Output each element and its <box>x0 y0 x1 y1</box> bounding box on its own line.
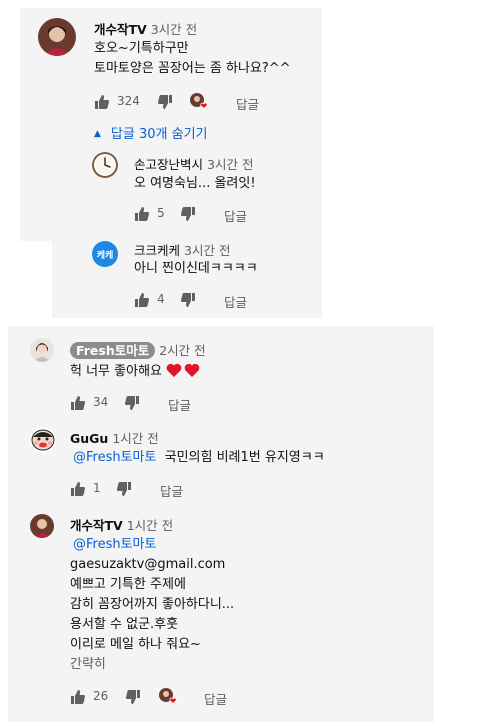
comment-actions: 1 답글 <box>70 479 270 499</box>
comment-text-line: 호오~기특하구만 <box>94 41 189 56</box>
comment-actions: 26 답글 <box>70 687 270 707</box>
reply-actions: 4 답글 <box>134 290 294 310</box>
avatar[interactable] <box>30 514 54 538</box>
email-link[interactable]: gaesuzaktv@gmail.com <box>70 557 225 572</box>
thumb-down-icon[interactable] <box>116 481 132 497</box>
channel-owner-badge[interactable]: Fresh토마토 <box>70 342 156 359</box>
thumb-up-icon[interactable] <box>134 292 150 308</box>
comment-author[interactable]: GuGu 1시간 전 <box>70 428 159 447</box>
author-name[interactable]: 손고장난벽시 <box>134 157 203 172</box>
reply-button[interactable]: 답글 <box>236 94 259 113</box>
avatar-initials: 케케 <box>96 251 114 261</box>
reply-button[interactable]: 답글 <box>204 689 227 708</box>
thumb-up-icon[interactable] <box>70 395 86 411</box>
email-text: gaesuzaktv@gmail.com <box>70 555 225 575</box>
author-name[interactable]: 개수작TV <box>70 518 123 533</box>
avatar[interactable] <box>30 338 54 362</box>
comment-text-line: 토마토양은 꼼장어는 좀 하나요?^^ <box>94 61 291 76</box>
comment-time[interactable]: 1시간 전 <box>112 431 158 446</box>
comment-text: @Fresh토마토 국민의힘 비례1번 유지영ㅋㅋ <box>73 448 325 468</box>
reply-time[interactable]: 3시간 전 <box>207 157 253 172</box>
comment-text-line: 예쁘고 기특한 주제에 <box>70 577 186 592</box>
chevron-up-icon: ▲ <box>94 129 101 139</box>
avatar[interactable] <box>92 152 118 178</box>
reply-author[interactable]: 손고장난벽시 3시간 전 <box>134 154 253 173</box>
comment-text-line: 감히 꼼장어까지 좋아하다니... <box>70 597 235 612</box>
toggle-label: 답글 30개 숨기기 <box>110 127 208 142</box>
author-name[interactable]: GuGu <box>70 431 108 446</box>
reply-button[interactable]: 답글 <box>224 206 247 225</box>
reply-button[interactable]: 답글 <box>168 395 191 414</box>
show-less-button[interactable]: 간략히 <box>70 655 106 675</box>
thumb-up-icon[interactable] <box>134 206 150 222</box>
like-count: 26 <box>93 689 109 703</box>
like-count: 1 <box>93 481 101 495</box>
thumb-up-icon[interactable] <box>94 94 110 110</box>
avatar[interactable]: 케케 <box>92 241 118 267</box>
thumb-down-icon[interactable] <box>157 94 173 110</box>
comment-time[interactable]: 1시간 전 <box>127 518 173 533</box>
mention-link[interactable]: @Fresh토마토 <box>73 450 156 465</box>
thumb-down-icon[interactable] <box>180 206 196 222</box>
thumb-up-icon[interactable] <box>70 689 86 705</box>
hide-replies-toggle[interactable]: ▲ 답글 30개 숨기기 <box>94 123 208 142</box>
comment-author[interactable]: 개수작TV 1시간 전 <box>70 515 173 534</box>
thumb-down-icon[interactable] <box>124 395 140 411</box>
reply-time[interactable]: 3시간 전 <box>184 243 230 258</box>
avatar[interactable] <box>30 427 56 453</box>
comment-text-line: 용서할 수 없군.후훗 <box>70 617 179 632</box>
heart-emoji <box>166 362 202 385</box>
like-count: 5 <box>157 206 165 220</box>
like-count: 4 <box>157 292 165 306</box>
creator-heart-icon <box>189 92 209 112</box>
reply-actions: 5 답글 <box>134 204 294 224</box>
author-name[interactable]: 개수작TV <box>94 22 147 37</box>
reply-button[interactable]: 답글 <box>160 481 183 500</box>
author-name[interactable]: 크크케케 <box>134 243 180 258</box>
comment-author[interactable]: 개수작TV 3시간 전 <box>94 19 197 38</box>
reply-button[interactable]: 답글 <box>224 292 247 311</box>
creator-heart-icon <box>158 687 178 707</box>
mention-link[interactable]: @Fresh토마토 <box>73 535 156 555</box>
comment-actions: 324 답글 <box>94 92 294 112</box>
avatar[interactable] <box>38 18 76 56</box>
comment-actions: 34 답글 <box>70 393 270 413</box>
like-count: 34 <box>93 395 109 409</box>
comment-time[interactable]: 2시간 전 <box>159 343 205 358</box>
thumb-up-icon[interactable] <box>70 481 86 497</box>
reply-author[interactable]: 크크케케 3시간 전 <box>134 240 230 259</box>
comment-text: 헉 너무 좋아해요 <box>70 362 202 385</box>
comment-text-body: 헉 너무 좋아해요 <box>70 364 162 379</box>
reply-text: 오 여명숙님... 올려잇! <box>134 176 256 191</box>
comment-author[interactable]: Fresh토마토 2시간 전 <box>70 340 206 359</box>
thumb-down-icon[interactable] <box>125 689 141 705</box>
like-count: 324 <box>117 94 140 108</box>
comment-text-line: 이리로 메일 하나 줘요~ <box>70 637 201 652</box>
comment-time[interactable]: 3시간 전 <box>151 22 197 37</box>
comment-text-body: 국민의힘 비례1번 유지영ㅋㅋ <box>164 450 325 465</box>
thumb-down-icon[interactable] <box>180 292 196 308</box>
reply-text: 아니 찐이신데ㅋㅋㅋㅋ <box>134 261 258 276</box>
